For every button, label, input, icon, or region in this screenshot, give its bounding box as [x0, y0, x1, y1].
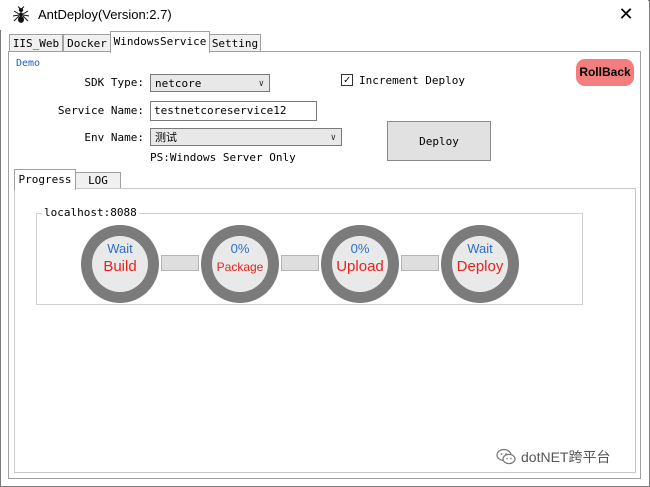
- service-name-input[interactable]: testnetcoreservice12: [150, 101, 317, 121]
- tab-progress[interactable]: Progress: [14, 169, 76, 190]
- sdk-type-select[interactable]: netcore ∨: [150, 74, 270, 92]
- deploy-button[interactable]: Deploy: [387, 121, 491, 161]
- step-connector: [401, 255, 439, 271]
- env-name-label: Env Name:: [84, 131, 144, 144]
- rollback-button[interactable]: RollBack: [576, 59, 634, 86]
- step-status: Wait: [467, 241, 493, 256]
- ant-icon: [12, 6, 30, 23]
- step-connector: [281, 255, 319, 271]
- watermark-text: dotNET跨平台: [521, 449, 611, 465]
- env-name-select[interactable]: 测试 ∨: [150, 128, 342, 146]
- tab-log[interactable]: LOG: [75, 172, 121, 189]
- tab-setting[interactable]: Setting: [209, 34, 261, 52]
- increment-deploy-checkbox[interactable]: ✓: [341, 74, 353, 86]
- tab-windows-service[interactable]: WindowsService: [110, 31, 210, 53]
- window-title: AntDeploy(Version:2.7): [38, 7, 172, 22]
- step-name: Package: [216, 260, 264, 274]
- service-name-label: Service Name:: [57, 104, 144, 117]
- host-label: localhost:8088: [42, 206, 139, 219]
- sdk-type-label: SDK Type:: [84, 76, 144, 89]
- tab-iis-web[interactable]: IIS_Web: [9, 34, 63, 52]
- tab-docker[interactable]: Docker: [63, 34, 111, 52]
- demo-label: Demo: [16, 58, 41, 69]
- wechat-icon: [496, 448, 516, 465]
- step-deploy: Wait Deploy: [441, 225, 519, 303]
- chevron-down-icon: ∨: [258, 79, 264, 89]
- step-package: 0% Package: [201, 225, 279, 303]
- step-name: Build: [103, 258, 137, 275]
- step-connector: [161, 255, 199, 271]
- step-name: Upload: [336, 258, 384, 275]
- ps-note: PS:Windows Server Only: [150, 151, 296, 164]
- close-icon[interactable]: ✕: [614, 4, 638, 26]
- step-status: 0%: [230, 241, 250, 256]
- step-name: Deploy: [456, 258, 504, 275]
- step-upload: 0% Upload: [321, 225, 399, 303]
- env-name-value: 测试: [155, 131, 177, 144]
- step-build: Wait Build: [81, 225, 159, 303]
- increment-deploy-label: Increment Deploy: [359, 74, 465, 87]
- step-status: Wait: [107, 241, 133, 256]
- sdk-type-value: netcore: [155, 77, 202, 90]
- step-status: 0%: [350, 241, 370, 256]
- chevron-down-icon: ∨: [330, 133, 336, 143]
